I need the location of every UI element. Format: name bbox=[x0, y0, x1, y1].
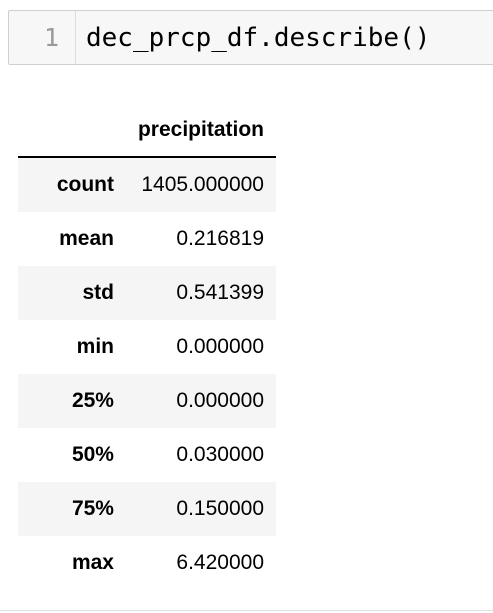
row-value: 0.541399 bbox=[176, 281, 264, 304]
row-index-label: count bbox=[56, 173, 114, 196]
row-value: 0.000000 bbox=[176, 389, 264, 412]
row-value: 0.216819 bbox=[176, 227, 264, 250]
row-index-label: std bbox=[82, 281, 114, 304]
row-index-label: 50% bbox=[71, 443, 114, 466]
table-header-row: precipitation bbox=[18, 104, 276, 157]
table-row: 75% 0.150000 bbox=[18, 482, 276, 536]
line-number: 1 bbox=[43, 23, 59, 52]
table-row: count 1405.000000 bbox=[18, 157, 276, 212]
row-index-label: min bbox=[76, 335, 114, 358]
row-value: 0.000000 bbox=[176, 335, 264, 358]
row-value: 0.150000 bbox=[176, 497, 264, 520]
table-row: min 0.000000 bbox=[18, 320, 276, 374]
line-number-gutter: 1 bbox=[9, 11, 76, 64]
row-index-label: mean bbox=[59, 227, 114, 250]
describe-output-table: precipitation count 1405.000000 mean 0.2… bbox=[18, 104, 276, 590]
row-index-label: max bbox=[71, 551, 114, 574]
row-value: 1405.000000 bbox=[141, 173, 264, 196]
row-index-label: 75% bbox=[71, 497, 114, 520]
column-header-precipitation: precipitation bbox=[137, 118, 264, 141]
table-row: 50% 0.030000 bbox=[18, 428, 276, 482]
index-header bbox=[18, 104, 126, 157]
row-index-label: 25% bbox=[71, 389, 114, 412]
table-row: std 0.541399 bbox=[18, 266, 276, 320]
row-value: 0.030000 bbox=[176, 443, 264, 466]
table-row: 25% 0.000000 bbox=[18, 374, 276, 428]
table-row: mean 0.216819 bbox=[18, 212, 276, 266]
cell-divider bbox=[0, 610, 493, 611]
row-value: 6.420000 bbox=[176, 551, 264, 574]
code-input-cell[interactable]: 1 dec_prcp_df.describe() bbox=[8, 10, 493, 65]
table-row: max 6.420000 bbox=[18, 536, 276, 590]
code-editor-line[interactable]: dec_prcp_df.describe() bbox=[76, 11, 430, 64]
